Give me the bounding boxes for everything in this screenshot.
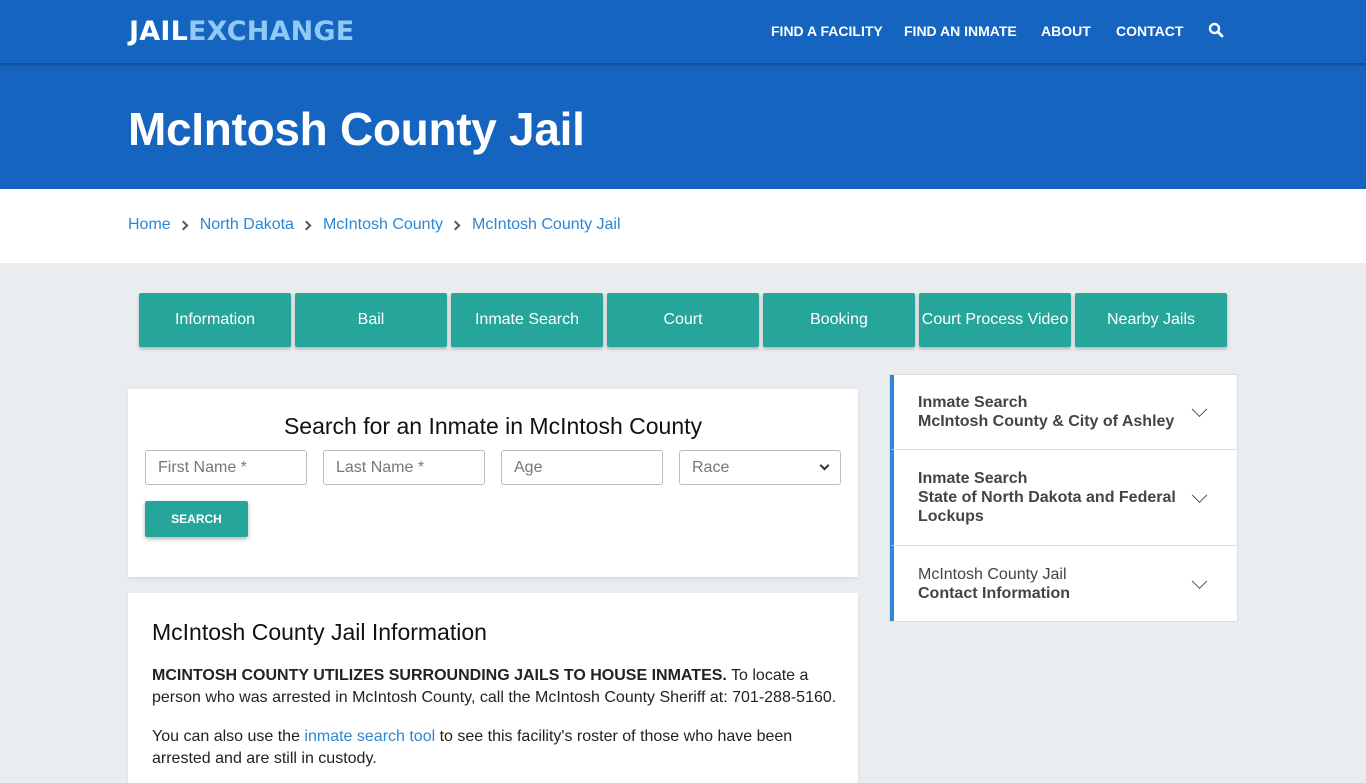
inmate-search-tool-link[interactable]: inmate search tool [304,728,435,745]
tab-booking[interactable]: Booking [763,293,915,347]
chevron-right-icon [178,220,189,230]
sidebar-accordion: Inmate Search McIntosh County & City of … [889,374,1238,622]
tab-bail[interactable]: Bail [295,293,447,347]
info-text: You can also use the [152,728,305,745]
race-select[interactable]: Race [679,450,841,485]
search-button[interactable]: SEARCH [145,501,248,537]
chevron-right-icon [301,220,312,230]
race-select-value: Race [692,458,730,476]
accordion-item-contact-information[interactable]: McIntosh County Jail Contact Information [890,546,1237,621]
info-paragraph-2: You can also use the inmate search tool … [152,726,842,770]
accordion-item-sublabel: Contact Information [918,584,1070,602]
info-notice: MCINTOSH COUNTY UTILIZES SURROUNDING JAI… [152,667,727,684]
tab-information[interactable]: Information [139,293,291,347]
logo-jail: JAIL [129,16,188,47]
jail-information-card: McIntosh County Jail Information MCINTOS… [128,593,858,783]
nav-find-an-inmate[interactable]: FIND AN INMATE [904,23,1017,39]
section-tabs: Information Bail Inmate Search Court Boo… [139,293,1227,347]
age-input[interactable] [501,450,663,485]
chevron-down-icon [1191,486,1208,503]
nav-about[interactable]: ABOUT [1041,23,1091,39]
nav-contact[interactable]: CONTACT [1116,23,1183,39]
tab-nearby-jails[interactable]: Nearby Jails [1075,293,1227,347]
inmate-search-card: Search for an Inmate in McIntosh County … [128,389,858,577]
accordion-item-label: Inmate Search [918,470,1028,487]
accordion-item-sublabel: State of North Dakota and Federal Lockup… [918,489,1176,525]
accordion-item-sublabel: McIntosh County & City of Ashley [918,413,1175,430]
site-logo[interactable]: JAILEXCHANGE [129,16,354,47]
info-paragraph-1: MCINTOSH COUNTY UTILIZES SURROUNDING JAI… [152,665,842,709]
tab-court-process-video[interactable]: Court Process Video [919,293,1071,347]
accordion-item-county-inmate-search[interactable]: Inmate Search McIntosh County & City of … [890,375,1237,450]
accordion-item-label: Inmate Search [918,394,1028,411]
breadcrumb-state[interactable]: North Dakota [200,216,294,234]
accordion-item-state-inmate-search[interactable]: Inmate Search State of North Dakota and … [890,450,1237,546]
breadcrumb-facility[interactable]: McIntosh County Jail [472,216,621,234]
search-card-title: Search for an Inmate in McIntosh County [283,413,703,439]
logo-exchange: EXCHANGE [188,16,355,47]
tab-inmate-search[interactable]: Inmate Search [451,293,603,347]
chevron-down-icon [1191,572,1208,589]
top-navbar: JAILEXCHANGE FIND A FACILITY FIND AN INM… [0,0,1366,64]
breadcrumb-county[interactable]: McIntosh County [323,216,443,234]
breadcrumb-home[interactable]: Home [128,216,171,234]
accordion-item-label: McIntosh County Jail [918,565,1067,583]
breadcrumb: Home North Dakota McIntosh County McInto… [128,216,621,234]
tab-court[interactable]: Court [607,293,759,347]
hero-banner: McIntosh County Jail [0,64,1366,189]
nav-find-a-facility[interactable]: FIND A FACILITY [771,23,883,39]
breadcrumb-bar: Home North Dakota McIntosh County McInto… [0,189,1366,263]
info-title: McIntosh County Jail Information [152,619,487,645]
first-name-input[interactable] [145,450,307,485]
chevron-down-icon [1191,401,1208,418]
chevron-right-icon [450,220,461,230]
page-title: McIntosh County Jail [128,103,585,155]
chevron-down-icon [819,460,830,471]
search-icon[interactable] [1208,22,1224,43]
last-name-input[interactable] [323,450,485,485]
